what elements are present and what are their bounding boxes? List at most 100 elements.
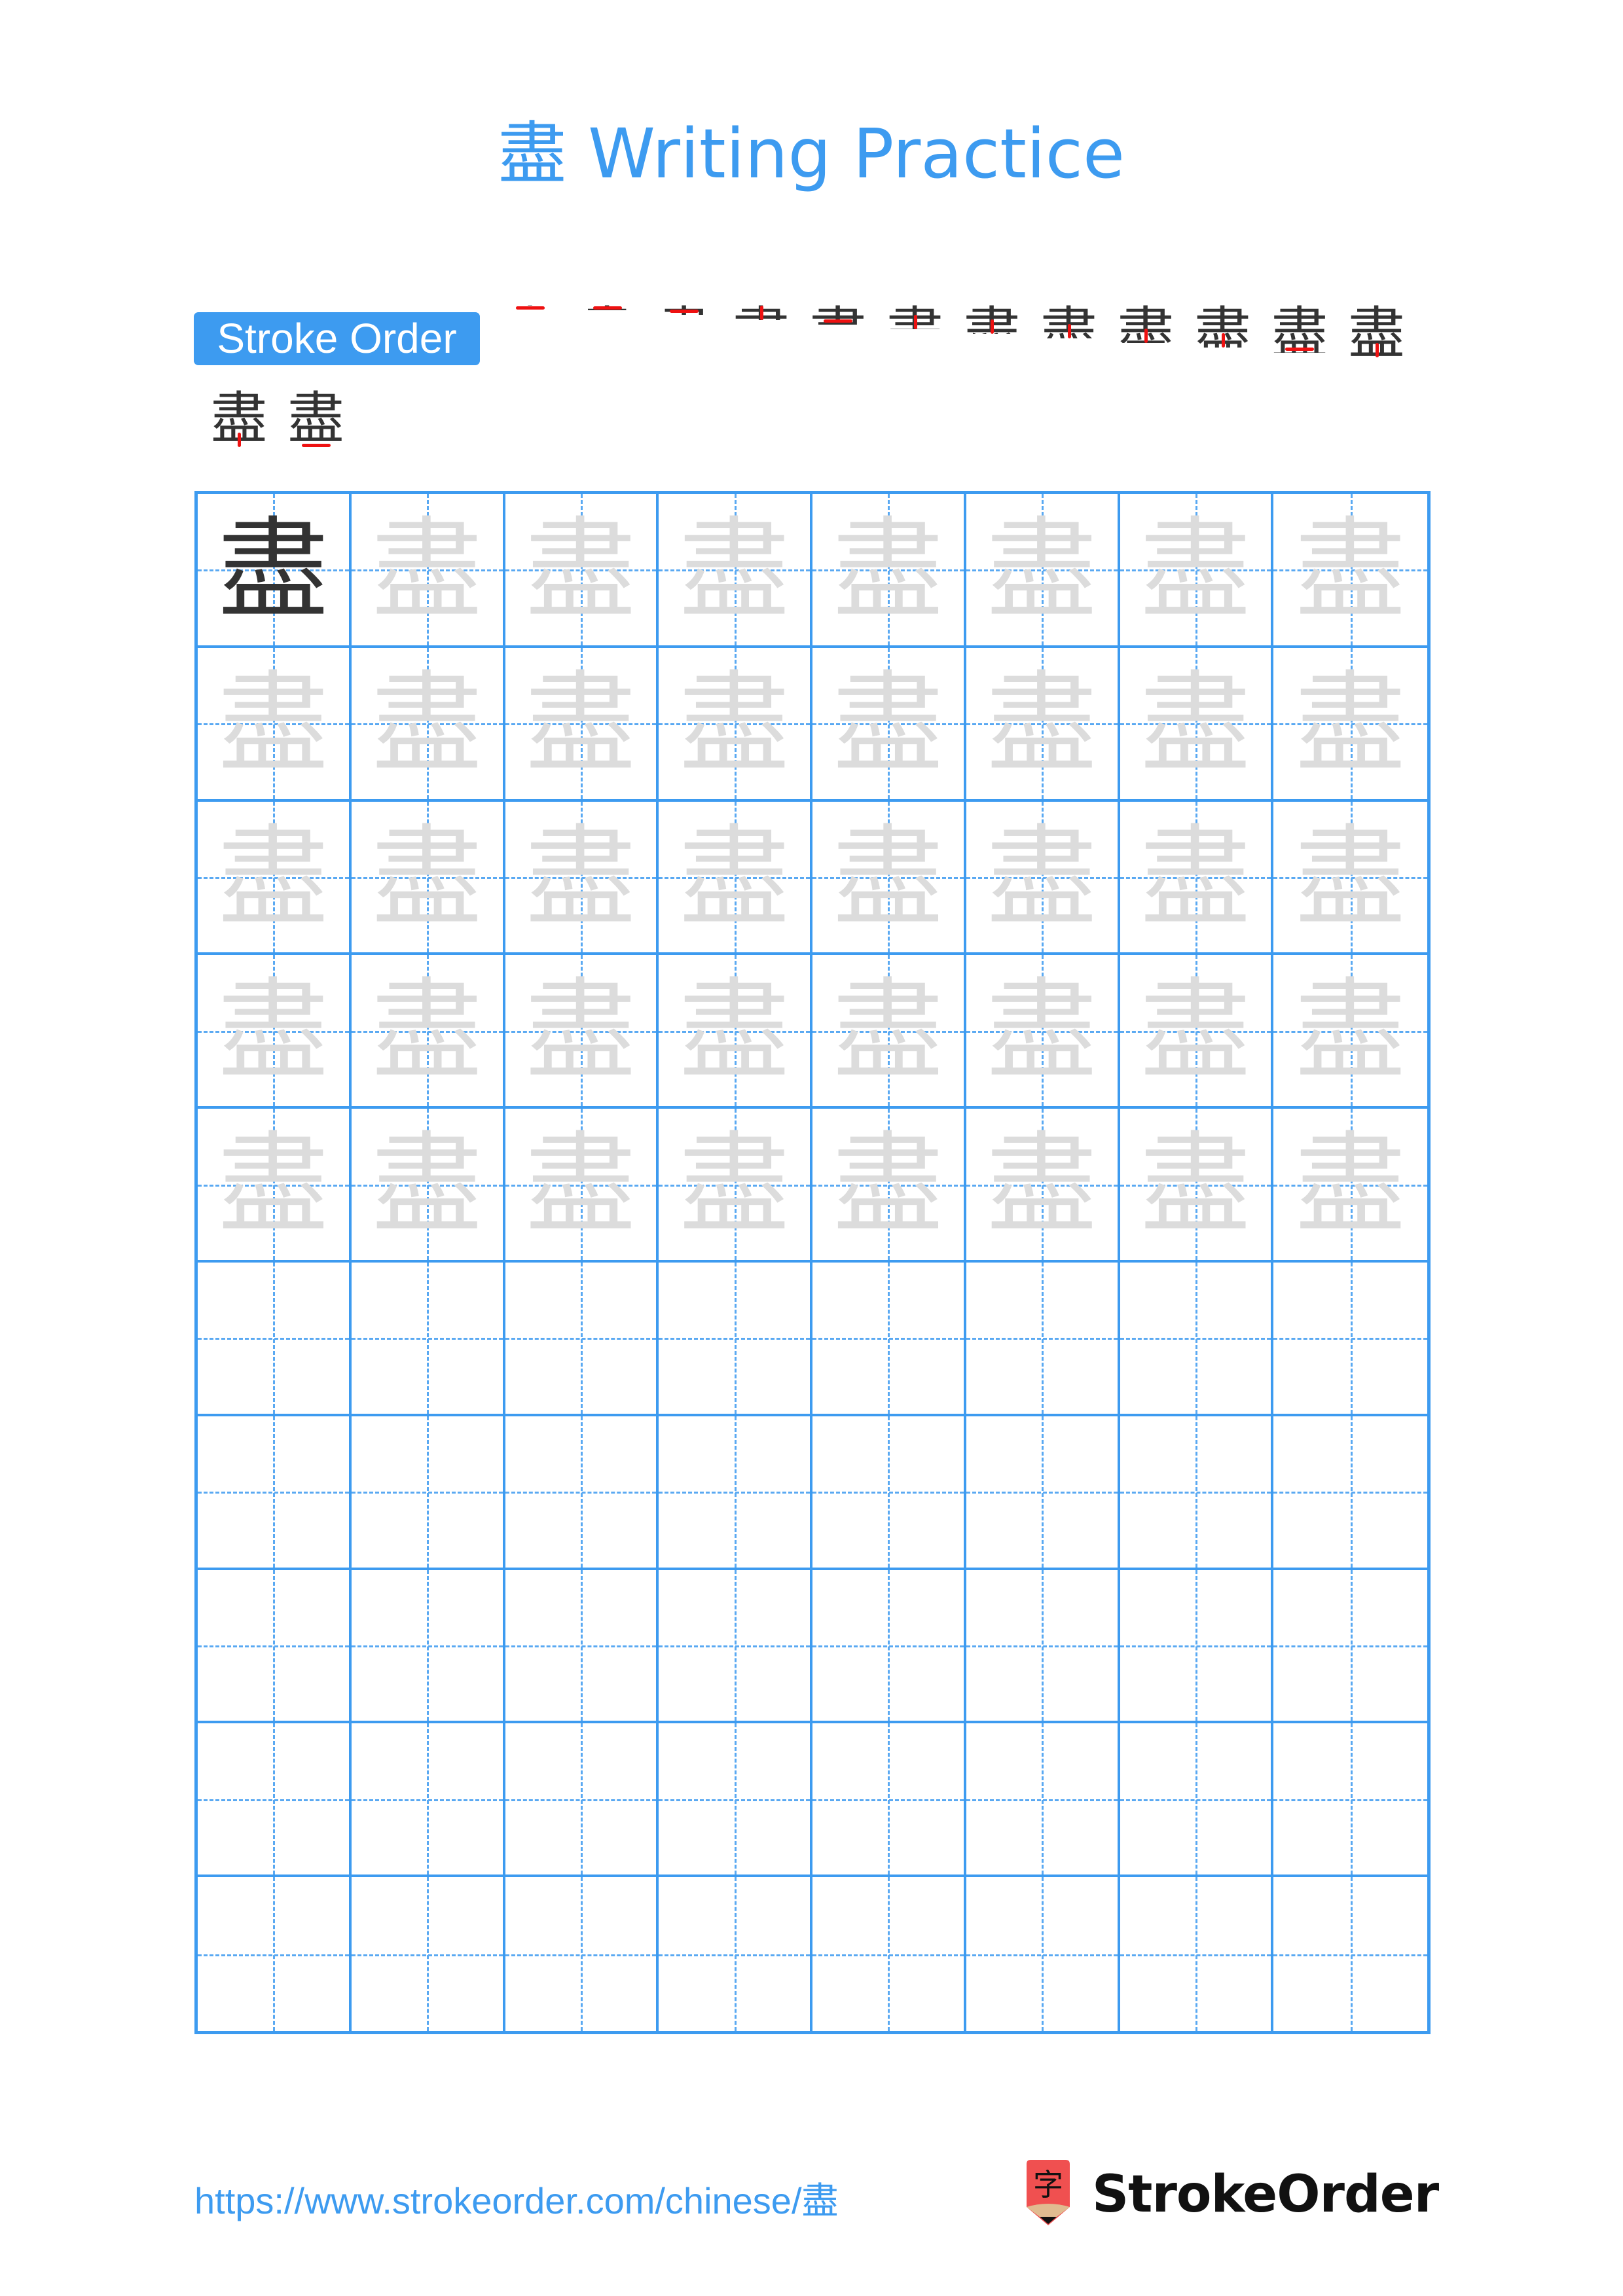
practice-cell[interactable] bbox=[812, 1570, 966, 1724]
practice-cell[interactable]: 盡 bbox=[505, 955, 659, 1109]
current-stroke-highlight bbox=[1221, 333, 1225, 348]
practice-cell[interactable]: 盡 bbox=[659, 1109, 812, 1263]
practice-cell[interactable]: 盡 bbox=[812, 801, 966, 956]
practice-cell[interactable]: 盡 bbox=[1273, 955, 1427, 1109]
practice-cell[interactable]: 盡 bbox=[1120, 647, 1274, 802]
practice-cell[interactable] bbox=[966, 1263, 1120, 1416]
practice-cell[interactable]: 盡 bbox=[966, 647, 1120, 802]
practice-cell[interactable]: 盡 bbox=[198, 647, 352, 802]
practice-cell[interactable]: 盡 bbox=[505, 1109, 659, 1263]
practice-cell[interactable]: 盡 bbox=[659, 955, 812, 1109]
practice-cell[interactable] bbox=[505, 1416, 659, 1570]
vertical-guide-line bbox=[1042, 1723, 1044, 1875]
practice-cell[interactable] bbox=[659, 1570, 812, 1724]
practice-cell[interactable] bbox=[1273, 1570, 1427, 1724]
practice-cell[interactable] bbox=[1273, 1263, 1427, 1416]
practice-cell[interactable]: 盡 bbox=[659, 801, 812, 956]
practice-cell[interactable]: 盡 bbox=[1120, 801, 1274, 956]
practice-cell[interactable] bbox=[659, 1416, 812, 1570]
practice-cell[interactable] bbox=[659, 1723, 812, 1878]
practice-cell[interactable] bbox=[1120, 1723, 1274, 1878]
practice-cell[interactable] bbox=[966, 1570, 1120, 1724]
practice-cell[interactable]: 盡 bbox=[1120, 1109, 1274, 1263]
practice-cell[interactable] bbox=[966, 1416, 1120, 1570]
practice-cell[interactable]: 盡 bbox=[812, 955, 966, 1109]
practice-cell[interactable]: 盡 bbox=[351, 494, 505, 648]
practice-cell[interactable]: 盡 bbox=[198, 955, 352, 1109]
practice-cell[interactable] bbox=[351, 1877, 505, 2031]
practice-cell[interactable] bbox=[1120, 1570, 1274, 1724]
practice-cell[interactable] bbox=[198, 1877, 352, 2031]
practice-cell[interactable]: 盡 bbox=[198, 801, 352, 956]
practice-cell[interactable]: 盡 bbox=[966, 1109, 1120, 1263]
current-stroke-highlight bbox=[301, 444, 331, 447]
vertical-guide-line bbox=[1350, 1570, 1353, 1721]
practice-cell[interactable] bbox=[659, 1263, 812, 1416]
practice-cell[interactable]: 盡 bbox=[505, 647, 659, 802]
practice-cell[interactable]: 盡 bbox=[1120, 494, 1274, 648]
trace-character: 盡 bbox=[679, 659, 790, 788]
practice-grid: 盡盡盡盡盡盡盡盡盡盡盡盡盡盡盡盡盡盡盡盡盡盡盡盡盡盡盡盡盡盡盡盡盡盡盡盡盡盡盡盡 bbox=[194, 491, 1431, 2034]
current-stroke-highlight bbox=[913, 315, 917, 329]
vertical-guide-line bbox=[273, 1263, 276, 1414]
practice-cell[interactable]: 盡 bbox=[505, 494, 659, 648]
practice-cell[interactable] bbox=[966, 1877, 1120, 2031]
practice-cell[interactable]: 盡 bbox=[966, 801, 1120, 956]
practice-cell[interactable]: 盡 bbox=[1273, 801, 1427, 956]
practice-cell[interactable] bbox=[505, 1877, 659, 2031]
practice-cell[interactable] bbox=[659, 1877, 812, 2031]
practice-cell[interactable]: 盡 bbox=[1273, 1109, 1427, 1263]
practice-cell[interactable]: 盡 bbox=[812, 494, 966, 648]
practice-cell[interactable] bbox=[351, 1723, 505, 1878]
practice-cell[interactable]: 盡 bbox=[812, 647, 966, 802]
practice-cell[interactable]: 盡 bbox=[351, 647, 505, 802]
practice-cell[interactable]: 盡 bbox=[966, 494, 1120, 648]
practice-cell[interactable] bbox=[198, 1570, 352, 1724]
practice-cell[interactable]: 盡 bbox=[198, 1109, 352, 1263]
logo-glyph: 字 bbox=[1033, 2167, 1063, 2202]
practice-cell[interactable] bbox=[505, 1570, 659, 1724]
practice-cell[interactable] bbox=[198, 1723, 352, 1878]
practice-cell[interactable]: 盡 bbox=[351, 955, 505, 1109]
practice-cell[interactable] bbox=[1273, 1877, 1427, 2031]
practice-cell[interactable] bbox=[1120, 1416, 1274, 1570]
practice-cell[interactable] bbox=[1273, 1723, 1427, 1878]
practice-cell[interactable]: 盡 bbox=[966, 955, 1120, 1109]
practice-cell[interactable]: 盡 bbox=[351, 1109, 505, 1263]
practice-cell[interactable] bbox=[1273, 1416, 1427, 1570]
practice-cell[interactable]: 盡 bbox=[659, 494, 812, 648]
practice-cell[interactable] bbox=[505, 1723, 659, 1878]
trace-character: 盡 bbox=[987, 967, 1097, 1096]
practice-cell[interactable] bbox=[966, 1723, 1120, 1878]
practice-cell[interactable]: 盡 bbox=[659, 647, 812, 802]
practice-cell[interactable]: 盡 bbox=[1273, 494, 1427, 648]
trace-character: 盡 bbox=[372, 506, 483, 634]
practice-cell[interactable] bbox=[1120, 1877, 1274, 2031]
practice-cell[interactable] bbox=[351, 1416, 505, 1570]
practice-cell[interactable] bbox=[812, 1723, 966, 1878]
practice-cell[interactable]: 盡 bbox=[812, 1109, 966, 1263]
vertical-guide-line bbox=[580, 1723, 583, 1875]
practice-cell[interactable] bbox=[351, 1570, 505, 1724]
practice-cell[interactable] bbox=[812, 1416, 966, 1570]
practice-cell[interactable] bbox=[198, 1263, 352, 1416]
practice-cell[interactable] bbox=[198, 1416, 352, 1570]
practice-cell[interactable]: 盡 bbox=[198, 494, 352, 648]
footer-url-link[interactable]: https://www.strokeorder.com/chinese/盡 bbox=[194, 2172, 839, 2225]
practice-cell[interactable]: 盡 bbox=[505, 801, 659, 956]
practice-cell[interactable] bbox=[812, 1263, 966, 1416]
practice-cell[interactable]: 盡 bbox=[1120, 955, 1274, 1109]
practice-cell[interactable]: 盡 bbox=[1273, 647, 1427, 802]
trace-character: 盡 bbox=[372, 1121, 483, 1249]
trace-character: 盡 bbox=[987, 659, 1097, 788]
practice-cell[interactable] bbox=[351, 1263, 505, 1416]
trace-character: 盡 bbox=[525, 506, 636, 634]
vertical-guide-line bbox=[1195, 1263, 1197, 1414]
vertical-guide-line bbox=[1350, 1877, 1353, 2031]
practice-cell[interactable]: 盡 bbox=[351, 801, 505, 956]
vertical-guide-line bbox=[427, 1723, 429, 1875]
practice-cell[interactable] bbox=[1120, 1263, 1274, 1416]
vertical-guide-line bbox=[427, 1877, 429, 2031]
practice-cell[interactable] bbox=[505, 1263, 659, 1416]
practice-cell[interactable] bbox=[812, 1877, 966, 2031]
